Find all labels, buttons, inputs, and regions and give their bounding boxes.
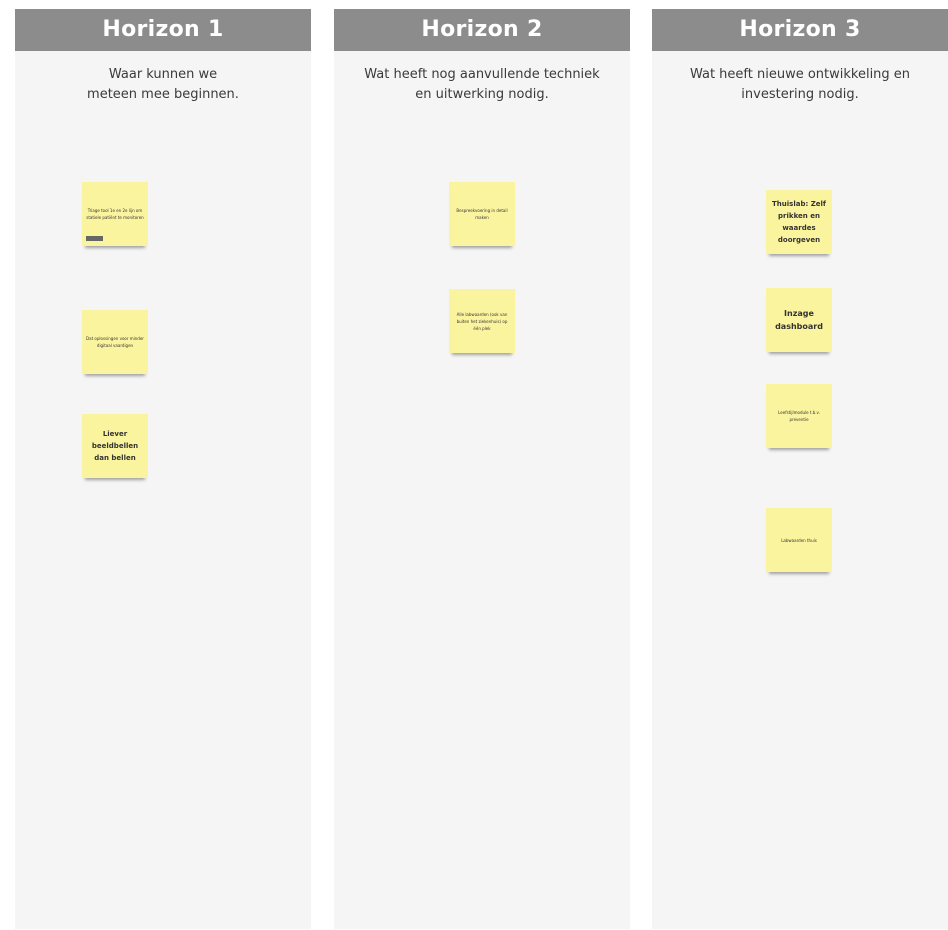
sticky-note-text: Dat oplossingen voor minder digitaal vaa… xyxy=(86,336,144,348)
horizon-1-subtitle: Waar kunnen we meteen mee beginnen. xyxy=(75,65,251,105)
horizon-1-header: Horizon 1 xyxy=(15,9,311,51)
sticky-note-text: Leefstijlmodule t.b.v. preventie xyxy=(778,410,820,422)
horizon-3-subtitle-line: Wat heeft nieuwe ontwikkeling en xyxy=(689,67,911,82)
horizon-3-header: Horizon 3 xyxy=(652,9,948,51)
sticky-note[interactable]: Leefstijlmodule t.b.v. preventie xyxy=(766,384,832,448)
horizon-2-subtitle-line: Wat heeft nog aanvullende techniek xyxy=(364,67,600,82)
horizon-2-subtitle: Wat heeft nog aanvullende techniek en ui… xyxy=(350,65,614,105)
horizon-1-subtitle-line: Waar kunnen we xyxy=(108,67,218,82)
horizon-2-header: Horizon 2 xyxy=(334,9,630,51)
sticky-note-text: Triage tool 1e en 2e lijn om statiele pa… xyxy=(86,208,144,220)
sticky-note[interactable]: Liever beeldbellen dan bellen xyxy=(82,414,148,478)
sticky-note[interactable]: Dat oplossingen voor minder digitaal vaa… xyxy=(82,310,148,374)
horizon-2-subtitle-line: en uitwerking nodig. xyxy=(415,87,549,102)
horizon-1-subtitle-line: meteen mee beginnen. xyxy=(87,87,239,102)
sticky-note-text: Labwaarden thuis xyxy=(781,537,817,543)
sticky-note[interactable]: Alle labwaarden (ook van buiten het ziek… xyxy=(449,289,515,353)
sticky-note[interactable]: Inzage dashboard xyxy=(766,288,832,352)
horizon-3-subtitle-line: investering nodig. xyxy=(741,87,859,102)
horizon-3-subtitle: Wat heeft nieuwe ontwikkeling en investe… xyxy=(676,65,924,105)
horizon-1-column: Horizon 1 Waar kunnen we meteen mee begi… xyxy=(15,9,311,929)
horizon-2-column: Horizon 2 Wat heeft nog aanvullende tech… xyxy=(334,9,630,929)
sticky-note-text: Thuislab: Zelf prikken en waardes doorge… xyxy=(772,200,826,244)
sticky-note[interactable]: Triage tool 1e en 2e lijn om statiele pa… xyxy=(82,182,148,246)
sticky-note-text: Alle labwaarden (ook van buiten het ziek… xyxy=(456,311,508,331)
note-marker xyxy=(86,236,103,241)
sticky-note[interactable]: Thuislab: Zelf prikken en waardes doorge… xyxy=(766,190,832,254)
sticky-note-text: Inzage dashboard xyxy=(775,309,823,331)
sticky-note-text: Liever beeldbellen dan bellen xyxy=(91,430,139,462)
sticky-note[interactable]: Bespreekvoering in detail maken xyxy=(449,182,515,246)
sticky-note-text: Bespreekvoering in detail maken xyxy=(456,208,508,220)
horizon-3-column: Horizon 3 Wat heeft nieuwe ontwikkeling … xyxy=(652,9,948,929)
sticky-note[interactable]: Labwaarden thuis xyxy=(766,508,832,572)
